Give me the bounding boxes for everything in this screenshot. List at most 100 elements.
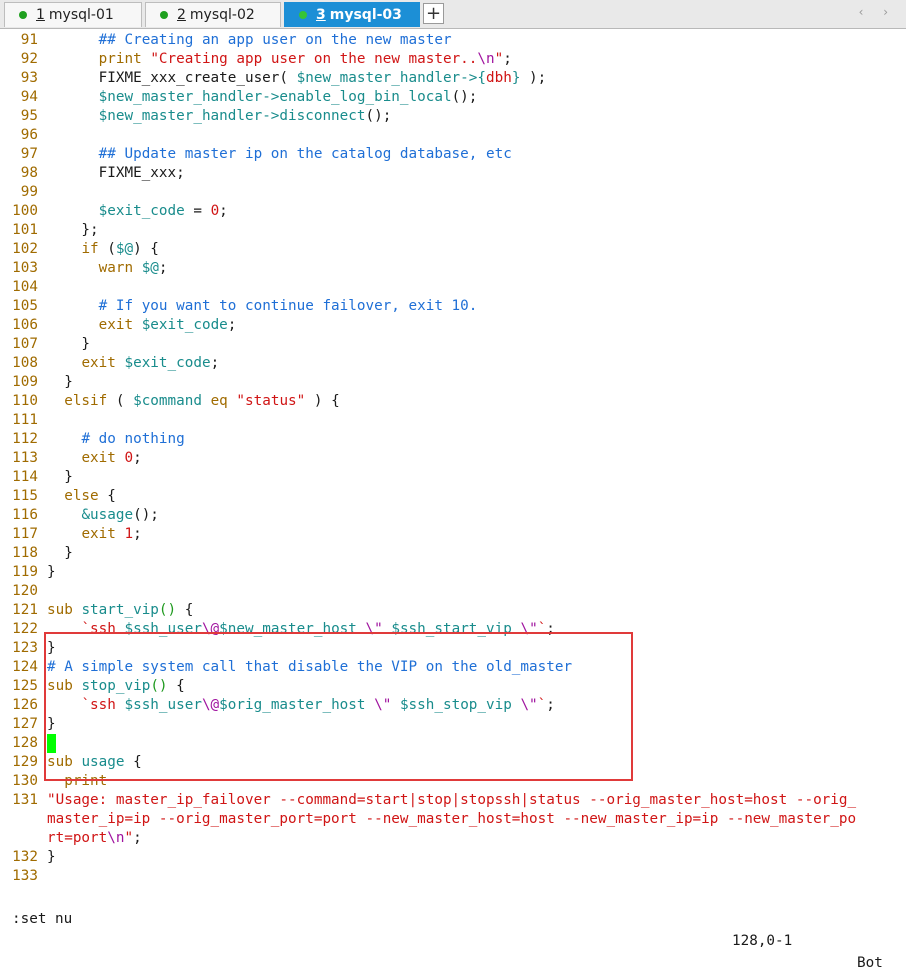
- code-line: 101 };: [0, 221, 906, 240]
- line-number: 108: [12, 355, 38, 371]
- code-text: sub start_vip() {: [38, 601, 193, 620]
- code-token: ## Creating an app user on the new maste…: [98, 32, 452, 48]
- code-token: warn: [98, 260, 134, 276]
- code-token: }: [47, 564, 56, 580]
- code-token: elsif: [64, 393, 108, 409]
- code-token: # If you want to continue failover, exit…: [98, 298, 478, 314]
- code-token: $ssh_start_vip: [391, 621, 512, 637]
- code-line: 130 print: [0, 772, 906, 791]
- code-token: \@: [201, 621, 220, 637]
- code-text: else {: [38, 487, 116, 506]
- code-text: `ssh $ssh_user\@$orig_master_host \" $ss…: [38, 696, 554, 715]
- line-number: 91: [20, 32, 38, 48]
- code-line: 127}: [0, 715, 906, 734]
- code-text: }: [38, 563, 56, 582]
- code-token: exit: [81, 526, 116, 542]
- code-token: $ssh_user: [124, 697, 202, 713]
- code-token: ;: [158, 260, 168, 276]
- line-number: 94: [20, 89, 38, 105]
- code-line: 126 `ssh $ssh_user\@$orig_master_host \"…: [0, 696, 906, 715]
- code-token: $new_master_host: [219, 621, 357, 637]
- code-line: 100 $exit_code = 0;: [0, 202, 906, 221]
- code-token: exit: [81, 355, 116, 371]
- code-token: `: [537, 621, 547, 637]
- code-token: $exit_code: [141, 317, 228, 333]
- tab-bar: 1 mysql-01 2 mysql-02 3 mysql-03 + ‹ ›: [0, 0, 906, 29]
- new-tab-button[interactable]: +: [423, 3, 444, 24]
- line-number: 120: [12, 583, 38, 599]
- code-token: $exit_code: [124, 355, 211, 371]
- tab-mysql-03[interactable]: 3 mysql-03: [284, 2, 420, 27]
- code-line: 125 sub stop_vip() {: [0, 677, 906, 696]
- tab-number: 3: [316, 7, 326, 23]
- code-line: 132}: [0, 848, 906, 867]
- code-token: ();: [365, 108, 392, 124]
- code-text: }: [38, 639, 56, 658]
- tab-label: mysql-03: [329, 7, 402, 23]
- code-line: 108 exit $exit_code;: [0, 354, 906, 373]
- code-token: ) {: [133, 241, 159, 257]
- code-line: 92 print "Creating app user on the new m…: [0, 50, 906, 69]
- tab-scroll-arrows-icon[interactable]: ‹ ›: [859, 5, 896, 19]
- code-text: exit 1;: [38, 525, 141, 544]
- line-number: 100: [12, 203, 38, 219]
- code-token: # do nothing: [81, 431, 185, 447]
- code-token: $orig_master_host: [219, 697, 366, 713]
- code-token: master_ip=ip --orig_master_port=port --n…: [47, 811, 857, 827]
- code-line: rt=port\n";: [0, 829, 906, 848]
- code-text: }: [38, 544, 73, 563]
- code-text: FIXME_xxx_create_user( $new_master_handl…: [38, 69, 547, 88]
- code-token: 1: [124, 526, 134, 542]
- code-line: 99: [0, 183, 906, 202]
- code-line: 120: [0, 582, 906, 601]
- code-text: }: [38, 468, 73, 487]
- code-line: 114 }: [0, 468, 906, 487]
- code-token: ## Update master ip on the catalog datab…: [98, 146, 512, 162]
- line-number: 123: [12, 640, 38, 656]
- tab-label: mysql-02: [189, 7, 255, 23]
- code-token: }: [47, 374, 73, 390]
- line-number: 110: [12, 393, 38, 409]
- code-line: 115 else {: [0, 487, 906, 506]
- code-line: master_ip=ip --orig_master_port=port --n…: [0, 810, 906, 829]
- code-token: `ssh: [81, 621, 125, 637]
- tab-mysql-02[interactable]: 2 mysql-02: [145, 2, 281, 27]
- code-text: exit 0;: [38, 449, 141, 468]
- code-line: 107 }: [0, 335, 906, 354]
- code-token: $exit_code: [98, 203, 185, 219]
- code-token: {: [176, 602, 194, 618]
- code-line: 129 sub usage {: [0, 753, 906, 772]
- code-text: # A simple system call that disable the …: [38, 658, 572, 677]
- code-token: ;: [210, 355, 220, 371]
- code-token: ;: [219, 203, 228, 219]
- code-text: [38, 734, 56, 753]
- line-number: 115: [12, 488, 38, 504]
- code-line: 133: [0, 867, 906, 886]
- code-token: ();: [451, 89, 478, 105]
- code-token: stop_vip: [81, 678, 151, 694]
- code-line: 102 if ($@) {: [0, 240, 906, 259]
- code-token: # A simple system call that disable the …: [47, 659, 573, 675]
- code-line: 104: [0, 278, 906, 297]
- code-token: ;: [546, 621, 555, 637]
- code-token: eq: [210, 393, 228, 409]
- code-text: print "Creating app user on the new mast…: [38, 50, 512, 69]
- code-line: 118 }: [0, 544, 906, 563]
- vim-editor[interactable]: 91 ## Creating an app user on the new ma…: [0, 31, 906, 886]
- code-token: (: [107, 393, 134, 409]
- code-token: =: [184, 203, 211, 219]
- line-number: 130: [12, 773, 38, 789]
- line-number: 126: [12, 697, 38, 713]
- tab-mysql-01[interactable]: 1 mysql-01: [4, 2, 142, 27]
- code-token: );: [520, 70, 547, 86]
- command-line[interactable]: :set nu: [12, 908, 72, 930]
